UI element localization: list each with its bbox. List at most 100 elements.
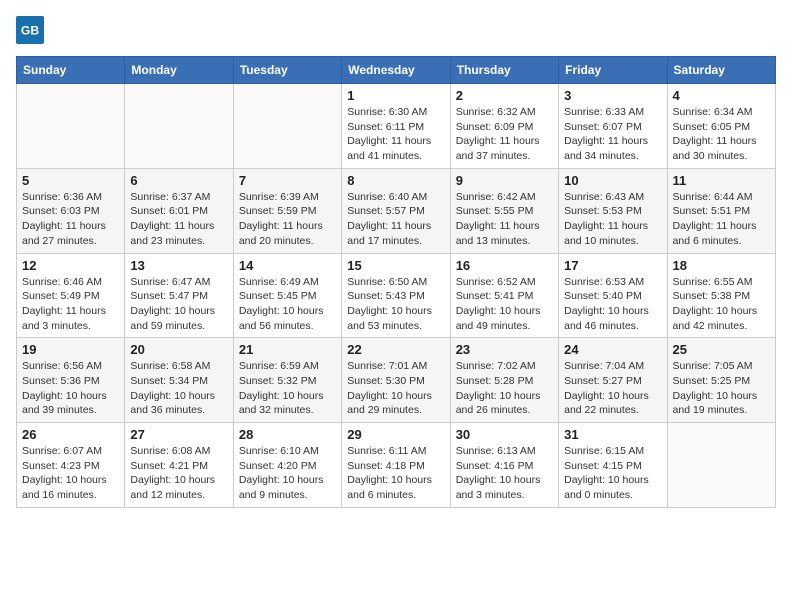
calendar-cell: 5Sunrise: 6:36 AM Sunset: 6:03 PM Daylig… [17,168,125,253]
weekday-header-friday: Friday [559,57,667,84]
cell-info: Sunrise: 6:11 AM Sunset: 4:18 PM Dayligh… [347,444,444,503]
day-number: 31 [564,427,661,442]
cell-info: Sunrise: 6:52 AM Sunset: 5:41 PM Dayligh… [456,275,553,334]
cell-info: Sunrise: 6:46 AM Sunset: 5:49 PM Dayligh… [22,275,119,334]
day-number: 22 [347,342,444,357]
calendar-cell: 31 Sunrise: 6:15 AM Sunset: 4:15 PM Dayli… [559,423,667,508]
cell-info: Sunrise: 6:13 AM Sunset: 4:16 PM Dayligh… [456,444,553,503]
cell-info: Sunrise: 6:33 AM Sunset: 6:07 PM Dayligh… [564,105,661,164]
day-number: 9 [456,173,553,188]
week-row-2: 5Sunrise: 6:36 AM Sunset: 6:03 PM Daylig… [17,168,776,253]
calendar-cell: 22 Sunrise: 7:01 AM Sunset: 5:30 PM Dayli… [342,338,450,423]
cell-info: Sunrise: 6:56 AM Sunset: 5:36 PM Dayligh… [22,359,119,418]
cell-info: Sunrise: 6:32 AM Sunset: 6:09 PM Dayligh… [456,105,553,164]
logo: GB [16,16,48,44]
calendar-cell: 13Sunrise: 6:47 AM Sunset: 5:47 PM Dayli… [125,253,233,338]
cell-info: Sunrise: 6:55 AM Sunset: 5:38 PM Dayligh… [673,275,770,334]
calendar-cell: 23 Sunrise: 7:02 AM Sunset: 5:28 PM Dayli… [450,338,558,423]
calendar-body: 1 Sunrise: 6:30 AM Sunset: 6:11 PM Daylig… [17,84,776,508]
calendar-cell: 18 Sunrise: 6:55 AM Sunset: 5:38 PM Dayli… [667,253,775,338]
cell-info: Sunrise: 6:30 AM Sunset: 6:11 PM Dayligh… [347,105,444,164]
cell-info: Sunrise: 7:01 AM Sunset: 5:30 PM Dayligh… [347,359,444,418]
weekday-header-thursday: Thursday [450,57,558,84]
cell-info: Sunrise: 6:08 AM Sunset: 4:21 PM Dayligh… [130,444,227,503]
logo-icon: GB [16,16,44,44]
calendar-cell [17,84,125,169]
day-number: 13 [130,258,227,273]
weekday-header-monday: Monday [125,57,233,84]
day-number: 25 [673,342,770,357]
calendar-cell: 4 Sunrise: 6:34 AM Sunset: 6:05 PM Daylig… [667,84,775,169]
cell-info: Sunrise: 6:59 AM Sunset: 5:32 PM Dayligh… [239,359,336,418]
cell-info: Sunrise: 6:49 AM Sunset: 5:45 PM Dayligh… [239,275,336,334]
day-number: 11 [673,173,770,188]
day-number: 29 [347,427,444,442]
cell-info: Sunrise: 6:53 AM Sunset: 5:40 PM Dayligh… [564,275,661,334]
cell-info: Sunrise: 6:34 AM Sunset: 6:05 PM Dayligh… [673,105,770,164]
weekday-header-saturday: Saturday [667,57,775,84]
calendar-cell: 3 Sunrise: 6:33 AM Sunset: 6:07 PM Daylig… [559,84,667,169]
svg-text:GB: GB [21,24,39,38]
calendar-cell: 12Sunrise: 6:46 AM Sunset: 5:49 PM Dayli… [17,253,125,338]
day-number: 1 [347,88,444,103]
cell-info: Sunrise: 6:37 AM Sunset: 6:01 PM Dayligh… [130,190,227,249]
calendar-cell: 20 Sunrise: 6:58 AM Sunset: 5:34 PM Dayli… [125,338,233,423]
weekday-header-sunday: Sunday [17,57,125,84]
calendar-cell: 27 Sunrise: 6:08 AM Sunset: 4:21 PM Dayli… [125,423,233,508]
cell-info: Sunrise: 6:50 AM Sunset: 5:43 PM Dayligh… [347,275,444,334]
calendar-header: SundayMondayTuesdayWednesdayThursdayFrid… [17,57,776,84]
day-number: 17 [564,258,661,273]
day-number: 18 [673,258,770,273]
day-number: 27 [130,427,227,442]
week-row-5: 26 Sunrise: 6:07 AM Sunset: 4:23 PM Dayli… [17,423,776,508]
day-number: 14 [239,258,336,273]
day-number: 26 [22,427,119,442]
calendar-cell: 24Sunrise: 7:04 AM Sunset: 5:27 PM Dayli… [559,338,667,423]
calendar-cell: 21Sunrise: 6:59 AM Sunset: 5:32 PM Dayli… [233,338,341,423]
calendar-cell: 1 Sunrise: 6:30 AM Sunset: 6:11 PM Daylig… [342,84,450,169]
cell-info: Sunrise: 7:05 AM Sunset: 5:25 PM Dayligh… [673,359,770,418]
cell-info: Sunrise: 6:44 AM Sunset: 5:51 PM Dayligh… [673,190,770,249]
day-number: 7 [239,173,336,188]
day-number: 6 [130,173,227,188]
day-number: 15 [347,258,444,273]
day-number: 23 [456,342,553,357]
calendar-cell [233,84,341,169]
calendar-cell: 19 Sunrise: 6:56 AM Sunset: 5:36 PM Dayli… [17,338,125,423]
calendar-table: SundayMondayTuesdayWednesdayThursdayFrid… [16,56,776,508]
calendar-cell: 7Sunrise: 6:39 AM Sunset: 5:59 PM Daylig… [233,168,341,253]
weekday-header-row: SundayMondayTuesdayWednesdayThursdayFrid… [17,57,776,84]
day-number: 3 [564,88,661,103]
cell-info: Sunrise: 6:36 AM Sunset: 6:03 PM Dayligh… [22,190,119,249]
day-number: 8 [347,173,444,188]
calendar-cell: 29 Sunrise: 6:11 AM Sunset: 4:18 PM Dayli… [342,423,450,508]
cell-info: Sunrise: 6:43 AM Sunset: 5:53 PM Dayligh… [564,190,661,249]
calendar-cell: 26 Sunrise: 6:07 AM Sunset: 4:23 PM Dayli… [17,423,125,508]
calendar-cell: 17 Sunrise: 6:53 AM Sunset: 5:40 PM Dayli… [559,253,667,338]
calendar-cell: 9Sunrise: 6:42 AM Sunset: 5:55 PM Daylig… [450,168,558,253]
calendar-cell: 6 Sunrise: 6:37 AM Sunset: 6:01 PM Daylig… [125,168,233,253]
cell-info: Sunrise: 6:10 AM Sunset: 4:20 PM Dayligh… [239,444,336,503]
calendar-cell: 11 Sunrise: 6:44 AM Sunset: 5:51 PM Dayli… [667,168,775,253]
week-row-1: 1 Sunrise: 6:30 AM Sunset: 6:11 PM Daylig… [17,84,776,169]
day-number: 2 [456,88,553,103]
cell-info: Sunrise: 6:15 AM Sunset: 4:15 PM Dayligh… [564,444,661,503]
weekday-header-tuesday: Tuesday [233,57,341,84]
cell-info: Sunrise: 6:07 AM Sunset: 4:23 PM Dayligh… [22,444,119,503]
cell-info: Sunrise: 6:58 AM Sunset: 5:34 PM Dayligh… [130,359,227,418]
day-number: 20 [130,342,227,357]
cell-info: Sunrise: 7:02 AM Sunset: 5:28 PM Dayligh… [456,359,553,418]
cell-info: Sunrise: 6:40 AM Sunset: 5:57 PM Dayligh… [347,190,444,249]
day-number: 4 [673,88,770,103]
day-number: 28 [239,427,336,442]
calendar-cell: 28 Sunrise: 6:10 AM Sunset: 4:20 PM Dayli… [233,423,341,508]
calendar-cell: 30 Sunrise: 6:13 AM Sunset: 4:16 PM Dayli… [450,423,558,508]
calendar-cell: 10Sunrise: 6:43 AM Sunset: 5:53 PM Dayli… [559,168,667,253]
day-number: 16 [456,258,553,273]
day-number: 19 [22,342,119,357]
page-header: GB [16,16,776,44]
calendar-cell: 16 Sunrise: 6:52 AM Sunset: 5:41 PM Dayli… [450,253,558,338]
calendar-cell: 8 Sunrise: 6:40 AM Sunset: 5:57 PM Daylig… [342,168,450,253]
week-row-4: 19 Sunrise: 6:56 AM Sunset: 5:36 PM Dayli… [17,338,776,423]
day-number: 30 [456,427,553,442]
